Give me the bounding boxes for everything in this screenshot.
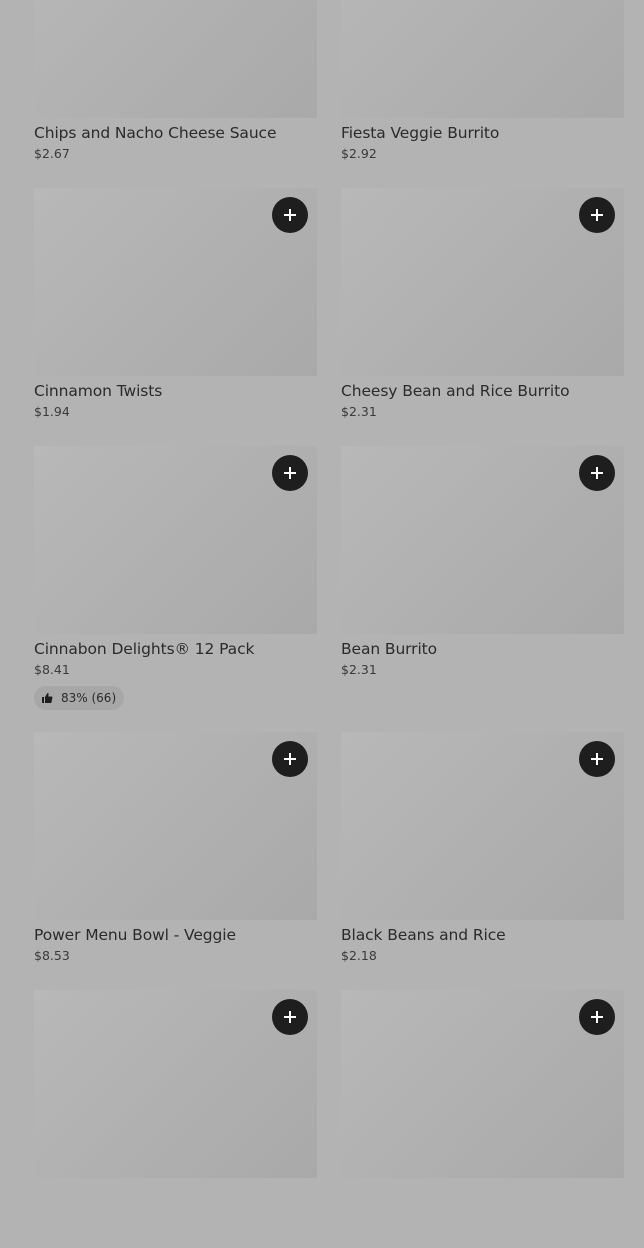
menu-item-card[interactable]: Fiesta Veggie Burrito $2.92	[341, 0, 624, 188]
plus-icon	[284, 753, 296, 765]
item-name[interactable]: Cheesy Bean and Rice Burrito	[341, 381, 624, 401]
plus-icon	[591, 1011, 603, 1023]
menu-item-card[interactable]: Black Beans and Rice $2.18	[341, 732, 624, 990]
menu-item-card[interactable]: Cinnabon Delights® 12 Pack $8.41 83% (66…	[34, 446, 317, 732]
menu-page: { "colors": { "background": "#b3b3b3", "…	[0, 0, 644, 1178]
item-price: $2.31	[341, 404, 377, 419]
item-image[interactable]	[341, 990, 624, 1178]
item-image[interactable]	[341, 188, 624, 376]
add-to-cart-button[interactable]	[579, 741, 615, 777]
item-price: $2.92	[341, 146, 377, 161]
plus-icon	[591, 753, 603, 765]
rating-badge: 83% (66)	[34, 686, 125, 710]
item-image[interactable]	[34, 732, 317, 920]
item-name[interactable]: Cinnamon Twists	[34, 381, 317, 401]
item-price: $2.67	[34, 146, 70, 161]
plus-icon	[284, 467, 296, 479]
item-image[interactable]	[341, 0, 624, 118]
item-price: $8.41	[34, 662, 70, 677]
plus-icon	[284, 1011, 296, 1023]
plus-icon	[284, 209, 296, 221]
menu-item-card[interactable]: Bean Burrito $2.31	[341, 446, 624, 732]
item-image[interactable]	[341, 732, 624, 920]
item-name[interactable]: Cinnabon Delights® 12 Pack	[34, 639, 317, 659]
menu-item-card[interactable]: Power Menu Bowl - Veggie $8.53	[34, 732, 317, 990]
item-price: $2.31	[341, 662, 377, 677]
add-to-cart-button[interactable]	[579, 197, 615, 233]
menu-item-card[interactable]: Cinnamon Twists $1.94	[34, 188, 317, 446]
item-image[interactable]	[34, 188, 317, 376]
add-to-cart-button[interactable]	[272, 741, 308, 777]
item-price: $2.18	[341, 948, 377, 963]
add-to-cart-button[interactable]	[579, 455, 615, 491]
add-to-cart-button[interactable]	[579, 999, 615, 1035]
menu-item-card[interactable]	[34, 990, 317, 1248]
add-to-cart-button[interactable]	[272, 197, 308, 233]
menu-row: Cinnabon Delights® 12 Pack $8.41 83% (66…	[34, 446, 624, 732]
item-name[interactable]: Fiesta Veggie Burrito	[341, 123, 624, 143]
menu-row	[34, 990, 624, 1248]
menu-row: Chips and Nacho Cheese Sauce $2.67 Fiest…	[34, 0, 624, 188]
menu-row: Power Menu Bowl - Veggie $8.53 Black Bea…	[34, 732, 624, 990]
item-name[interactable]: Power Menu Bowl - Veggie	[34, 925, 317, 945]
menu-row: Cinnamon Twists $1.94 Cheesy Bean and Ri…	[34, 188, 624, 446]
item-name[interactable]: Chips and Nacho Cheese Sauce	[34, 123, 317, 143]
plus-icon	[591, 209, 603, 221]
menu-item-card[interactable]: Chips and Nacho Cheese Sauce $2.67	[34, 0, 317, 188]
thumbs-up-icon	[42, 693, 53, 703]
menu-grid: Chips and Nacho Cheese Sauce $2.67 Fiest…	[34, 0, 624, 1248]
add-to-cart-button[interactable]	[272, 999, 308, 1035]
item-name[interactable]: Bean Burrito	[341, 639, 624, 659]
menu-item-card[interactable]: Cheesy Bean and Rice Burrito $2.31	[341, 188, 624, 446]
add-to-cart-button[interactable]	[272, 455, 308, 491]
item-image[interactable]	[34, 990, 317, 1178]
menu-item-card[interactable]	[341, 990, 624, 1248]
item-image[interactable]	[34, 446, 317, 634]
item-name[interactable]: Black Beans and Rice	[341, 925, 624, 945]
plus-icon	[591, 467, 603, 479]
item-price: $8.53	[34, 948, 70, 963]
item-image[interactable]	[341, 446, 624, 634]
rating-text: 83% (66)	[61, 691, 117, 705]
item-price: $1.94	[34, 404, 70, 419]
item-image[interactable]	[34, 0, 317, 118]
